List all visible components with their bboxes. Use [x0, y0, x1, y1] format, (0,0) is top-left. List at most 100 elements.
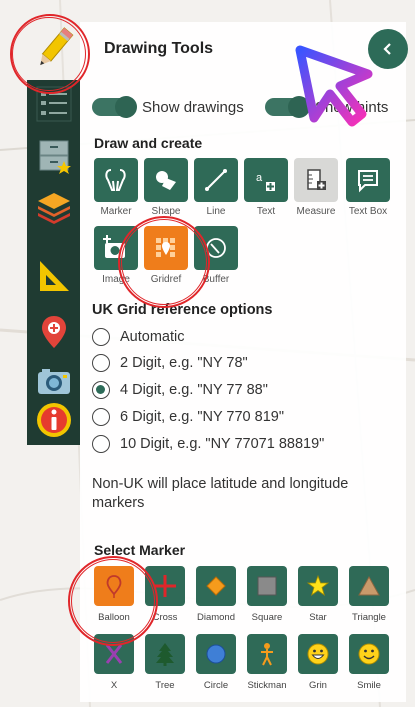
- balloon-icon: [106, 575, 122, 598]
- tree-icon: [156, 643, 174, 666]
- layers-tab[interactable]: [34, 188, 74, 228]
- chevron-left-icon: [383, 43, 391, 55]
- marker-grin-button[interactable]: [298, 634, 338, 674]
- marker-x-button[interactable]: [94, 634, 134, 674]
- grid-option-label: 10 Digit, e.g. "NY 77071 88819": [120, 436, 325, 452]
- text-box-tool-button[interactable]: [346, 158, 390, 202]
- diamond-icon: [206, 576, 226, 596]
- add-image-icon: [103, 235, 125, 258]
- grid-option-2-digit[interactable]: 2 Digit, e.g. "NY 78": [92, 352, 248, 374]
- favourites-tab[interactable]: [34, 136, 74, 176]
- marker-triangle-label: Triangle: [352, 612, 386, 623]
- marker-cross-button[interactable]: [145, 566, 185, 606]
- marker-circle-label: Circle: [203, 680, 229, 691]
- info-tab[interactable]: [34, 400, 74, 440]
- grid-option-label: 6 Digit, e.g. "NY 770 819": [120, 409, 284, 425]
- marker-tree-label: Tree: [155, 680, 175, 691]
- grid-option-10-digit[interactable]: 10 Digit, e.g. "NY 77071 88819": [92, 433, 324, 455]
- show-drawings-toggle-row: Show drawings: [92, 96, 244, 118]
- marker-square-label: Square: [251, 612, 283, 623]
- drawer-star-icon: [39, 140, 71, 174]
- grid-option-4-digit[interactable]: 4 Digit, e.g. "NY 77 88": [92, 379, 268, 401]
- svg-text:a: a: [256, 172, 263, 184]
- measure-icon: [307, 169, 326, 190]
- text-tool-button[interactable]: a: [244, 158, 288, 202]
- measure-tab[interactable]: [34, 256, 74, 296]
- select-marker-heading: Select Marker: [94, 542, 186, 558]
- shape-tool-button[interactable]: [144, 158, 188, 202]
- cross-icon: [154, 575, 176, 597]
- marker-tool-button[interactable]: [94, 158, 138, 202]
- x-icon: [105, 644, 123, 664]
- buffer-icon: [206, 238, 226, 258]
- grid-option-6-digit[interactable]: 6 Digit, e.g. "NY 770 819": [92, 406, 284, 428]
- camera-icon: [38, 369, 70, 394]
- marker-x-label: X: [110, 680, 118, 691]
- smile-icon: [358, 643, 380, 665]
- info-icon: [37, 403, 71, 437]
- radio-button[interactable]: [92, 408, 110, 426]
- image-tool-button[interactable]: [94, 226, 138, 270]
- measure-tool-label: Measure: [296, 206, 336, 217]
- layers-icon: [38, 193, 70, 224]
- marker-stickman-button[interactable]: [247, 634, 287, 674]
- list-icon: [36, 86, 72, 122]
- pencil-icon: [40, 27, 74, 66]
- radio-button[interactable]: [92, 354, 110, 372]
- cursor-arrow-icon: [295, 45, 373, 127]
- layer-list-tab[interactable]: [34, 84, 74, 124]
- marker-cross-label: Cross: [152, 612, 178, 623]
- stickman-icon: [261, 643, 273, 666]
- marker-diamond-label: Diamond: [196, 612, 236, 623]
- text-box-icon: [358, 170, 378, 193]
- marker-balloon-button[interactable]: [94, 566, 134, 606]
- marker-tree-button[interactable]: [145, 634, 185, 674]
- marker-icon: [105, 169, 126, 191]
- marker-square-button[interactable]: [247, 566, 287, 606]
- gridref-tool-button[interactable]: [144, 226, 188, 270]
- grid-option-label: 4 Digit, e.g. "NY 77 88": [120, 382, 268, 398]
- marker-triangle-button[interactable]: [349, 566, 389, 606]
- triangle-icon: [358, 575, 380, 596]
- drawing-tools-tab[interactable]: [30, 22, 78, 74]
- grid-option-label: Automatic: [120, 329, 185, 345]
- grid-options-heading: UK Grid reference options: [92, 302, 273, 318]
- radio-button-checked[interactable]: [92, 381, 110, 399]
- location-tab[interactable]: [34, 312, 74, 352]
- panel-title: Drawing Tools: [104, 40, 214, 57]
- gridref-icon: [156, 238, 175, 257]
- grid-option-label: 2 Digit, e.g. "NY 78": [120, 355, 248, 371]
- text-icon: a: [256, 172, 275, 191]
- draw-create-heading: Draw and create: [94, 135, 203, 151]
- radio-button[interactable]: [92, 435, 110, 453]
- set-square-icon: [40, 261, 69, 291]
- radio-button[interactable]: [92, 328, 110, 346]
- marker-smile-button[interactable]: [349, 634, 389, 674]
- grin-icon: [307, 643, 329, 665]
- show-drawings-toggle[interactable]: [92, 96, 137, 118]
- marker-stickman-label: Stickman: [247, 680, 287, 691]
- location-pin-icon: [42, 316, 66, 348]
- square-icon: [257, 576, 277, 596]
- non-uk-note: Non-UK will place latitude and longitude…: [92, 476, 349, 511]
- marker-smile-label: Smile: [357, 680, 381, 691]
- circle-icon: [206, 644, 226, 664]
- line-icon: [205, 169, 227, 191]
- show-drawings-label: Show drawings: [142, 98, 244, 116]
- measure-tool-button[interactable]: [294, 158, 338, 202]
- marker-diamond-button[interactable]: [196, 566, 236, 606]
- marker-grin-label: Grin: [309, 680, 327, 691]
- text-box-tool-label: Text Box: [348, 206, 388, 217]
- camera-tab[interactable]: [34, 362, 74, 402]
- marker-star-button[interactable]: [298, 566, 338, 606]
- buffer-tool-button[interactable]: [194, 226, 238, 270]
- marker-star-label: Star: [309, 612, 327, 623]
- buffer-tool-label: Buffer: [202, 274, 230, 285]
- marker-circle-button[interactable]: [196, 634, 236, 674]
- marker-balloon-label: Balloon: [98, 612, 130, 623]
- grid-option-automatic[interactable]: Automatic: [92, 326, 184, 348]
- star-icon: [306, 574, 330, 597]
- line-tool-button[interactable]: [194, 158, 238, 202]
- sidebar: [27, 80, 80, 445]
- shape-icon: [156, 171, 176, 190]
